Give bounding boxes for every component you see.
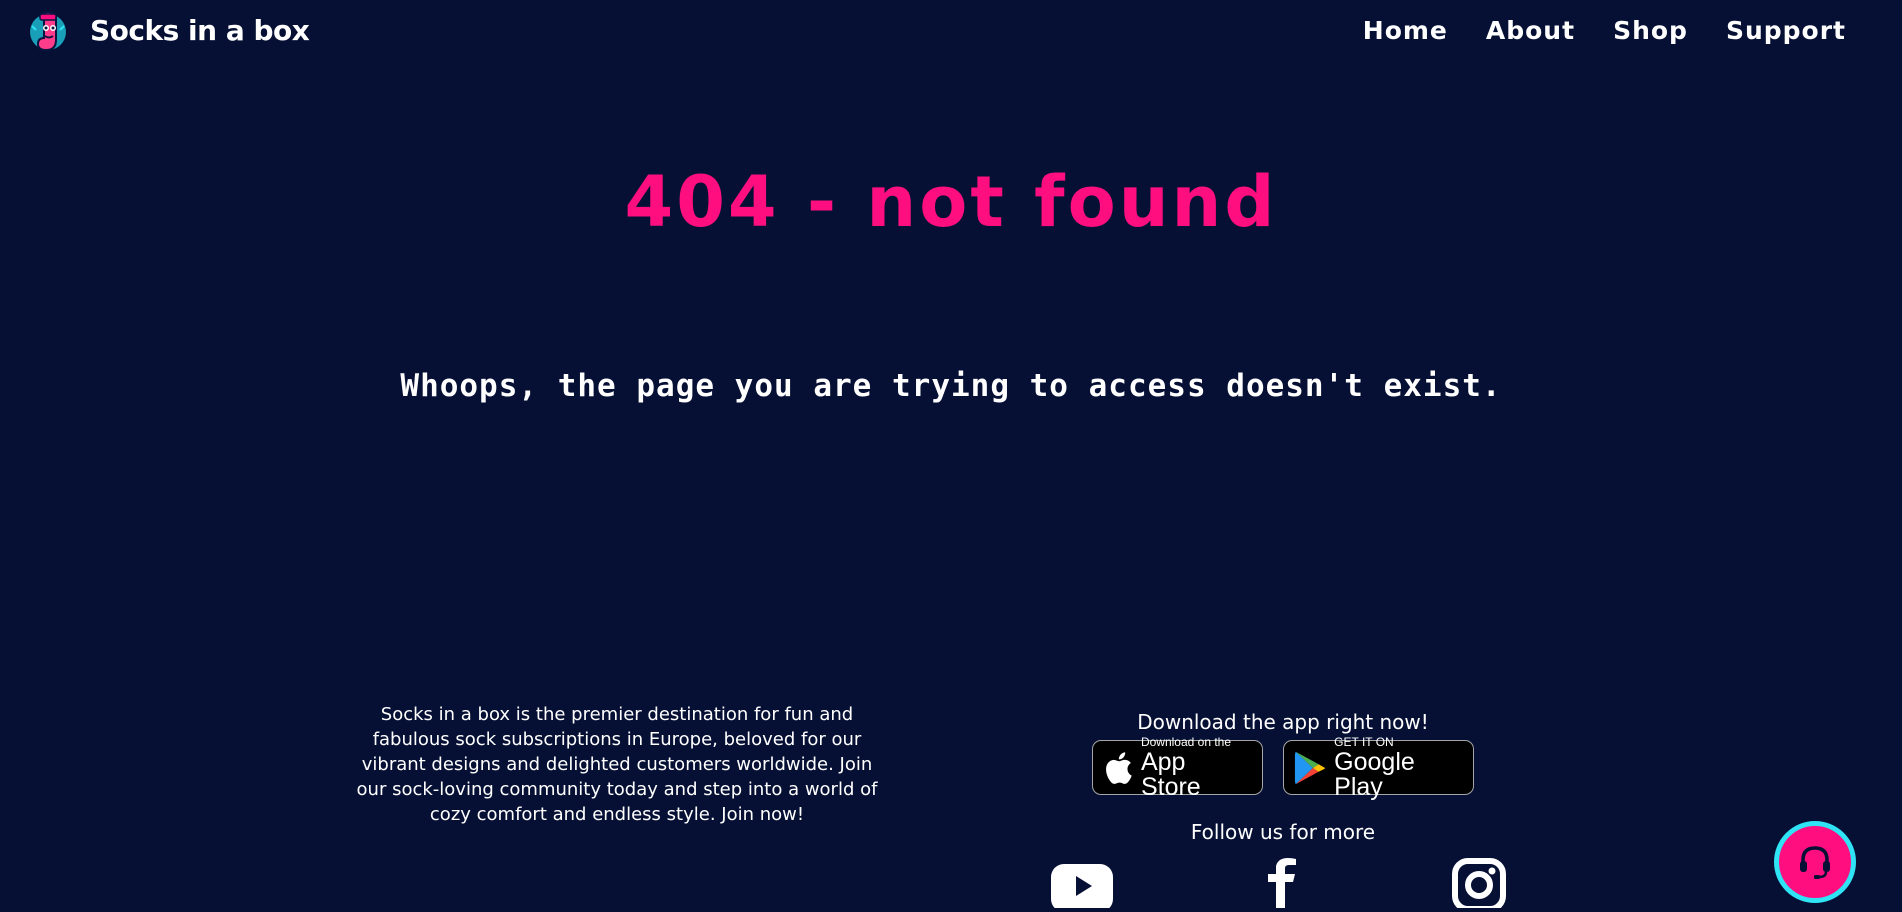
app-store-button[interactable]: Download on the App Store: [1092, 736, 1263, 799]
brand-name: Socks in a box: [90, 13, 310, 47]
support-chat-button[interactable]: [1774, 821, 1856, 903]
app-download-heading: Download the app right now!: [1137, 710, 1429, 734]
app-store-big-label: App Store: [1140, 747, 1201, 801]
youtube-link[interactable]: [1050, 858, 1114, 912]
error-message: Whoops, the page you are trying to acces…: [400, 368, 1502, 404]
follow-heading: Follow us for more: [1190, 820, 1376, 844]
brand-home-link[interactable]: Socks in a box: [26, 6, 310, 54]
main-nav: Home About Shop Support: [1363, 16, 1846, 45]
google-play-button[interactable]: GET IT ON Google Play: [1283, 736, 1474, 799]
apple-icon: [1106, 751, 1132, 784]
nav-support-link[interactable]: Support: [1726, 16, 1846, 45]
youtube-icon: [1051, 864, 1113, 912]
nav-home-link[interactable]: Home: [1363, 16, 1448, 45]
site-header: Socks in a box Home About Shop Support: [0, 0, 1902, 68]
nav-about-link[interactable]: About: [1486, 16, 1575, 45]
headset-icon: [1800, 846, 1830, 879]
sock-mascot-logo-icon: [30, 11, 66, 52]
google-play-big-label: Google Play: [1334, 747, 1415, 801]
footer-about-text: Socks in a box is the premier destinatio…: [356, 704, 878, 825]
instagram-link[interactable]: [1452, 858, 1506, 912]
app-store-small-label: Download on the: [1140, 734, 1232, 749]
facebook-link[interactable]: [1262, 858, 1302, 908]
google-play-icon: [1294, 751, 1325, 784]
error-title: 404 - not found: [624, 161, 1278, 243]
instagram-icon: [1452, 858, 1506, 912]
google-play-small-label: GET IT ON: [1334, 734, 1394, 749]
nav-shop-link[interactable]: Shop: [1613, 16, 1688, 45]
facebook-icon: [1268, 858, 1296, 908]
